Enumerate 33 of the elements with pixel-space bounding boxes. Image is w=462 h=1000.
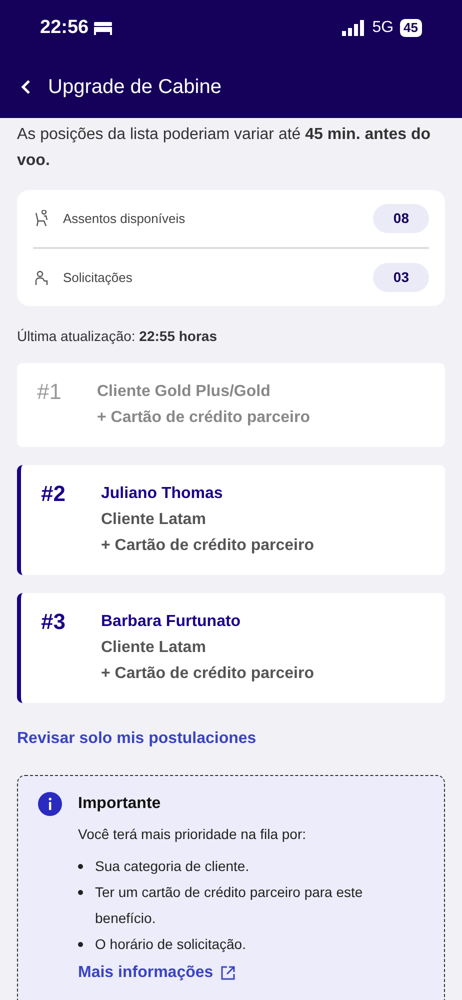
last-update-text: Última atualização: 22:55 horas	[17, 327, 218, 346]
notice-text: As posições da lista poderiam variar até 45 min. antes do voo.	[17, 125, 432, 171]
back-button[interactable]	[20, 79, 32, 95]
screen-title: Upgrade de Cabine	[48, 75, 222, 100]
more-info-link[interactable]: Mais informações	[78, 961, 424, 985]
summary-label: Assentos disponíveis	[63, 210, 186, 228]
category-text: + Cartão de crédito parceiro	[97, 408, 310, 428]
bed-icon	[92, 21, 113, 35]
review-link[interactable]: Revisar solo mis postulaciones	[17, 727, 445, 751]
category-text: Cliente Gold Plus/Gold	[97, 382, 272, 402]
signal-icon	[342, 20, 366, 36]
position-number: #1	[37, 379, 62, 406]
category-text: + Cartão de crédito parceiro	[101, 536, 314, 556]
external-link-icon	[221, 966, 236, 980]
bullet-text: Ter um cartão de crédito parceiro para este benefício.	[95, 883, 364, 928]
position-number: #3	[41, 609, 66, 636]
category-text: + Cartão de crédito parceiro	[101, 664, 314, 684]
count-badge: 03	[373, 263, 429, 292]
info-icon	[38, 792, 62, 816]
bullet-text: O horário de solicitação.	[95, 935, 246, 954]
passenger-name: Juliano Thomas	[101, 484, 224, 504]
count-badge: 08	[373, 204, 429, 233]
info-title: Importante	[78, 794, 162, 814]
network-label: 5G	[372, 18, 394, 38]
bullet-text: Sua categoria de cliente.	[95, 857, 250, 876]
info-intro: Você terá mais prioridade na fila por:	[78, 825, 308, 844]
battery-indicator: 45	[400, 19, 422, 37]
summary-label: Solicitações	[63, 268, 132, 287]
passenger-name: Barbara Furtunato	[101, 612, 242, 632]
category-text: Cliente Latam	[101, 510, 207, 530]
clock-time: 22:56	[40, 16, 89, 40]
category-text: Cliente Latam	[101, 638, 207, 658]
position-number: #2	[41, 481, 66, 508]
